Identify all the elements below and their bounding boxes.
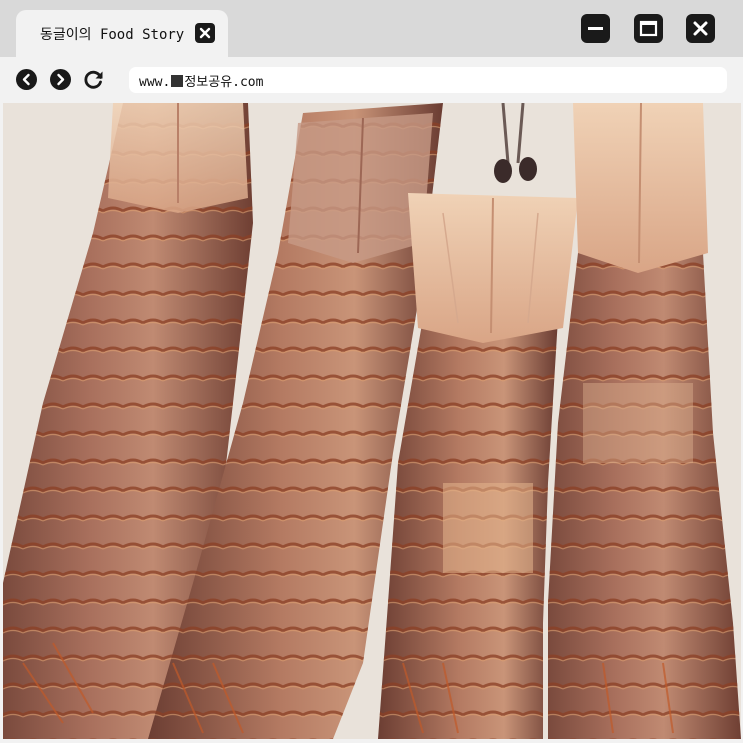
toolbar: www. 정보공유.com bbox=[0, 57, 743, 103]
address-bar[interactable]: www. 정보공유.com bbox=[129, 67, 727, 93]
minimize-icon[interactable] bbox=[581, 14, 610, 43]
maximize-icon[interactable] bbox=[634, 14, 663, 43]
mantis-shrimp-photo bbox=[3, 103, 741, 739]
tab-strip: 동글이의 Food Story bbox=[0, 0, 743, 57]
window-close-icon[interactable] bbox=[686, 14, 715, 43]
redaction-mark bbox=[171, 75, 184, 87]
back-icon[interactable] bbox=[16, 69, 37, 90]
reload-icon[interactable] bbox=[83, 69, 104, 90]
tab-title: 동글이의 Food Story bbox=[40, 27, 185, 43]
tab-close-icon[interactable] bbox=[195, 23, 215, 43]
browser-tab[interactable]: 동글이의 Food Story bbox=[16, 10, 228, 57]
content-photo bbox=[3, 103, 741, 739]
forward-icon[interactable] bbox=[50, 69, 71, 90]
url-text: www. 정보공유.com bbox=[139, 75, 264, 90]
browser-window: 동글이의 Food Story www. 정보공유.com bbox=[0, 0, 743, 743]
